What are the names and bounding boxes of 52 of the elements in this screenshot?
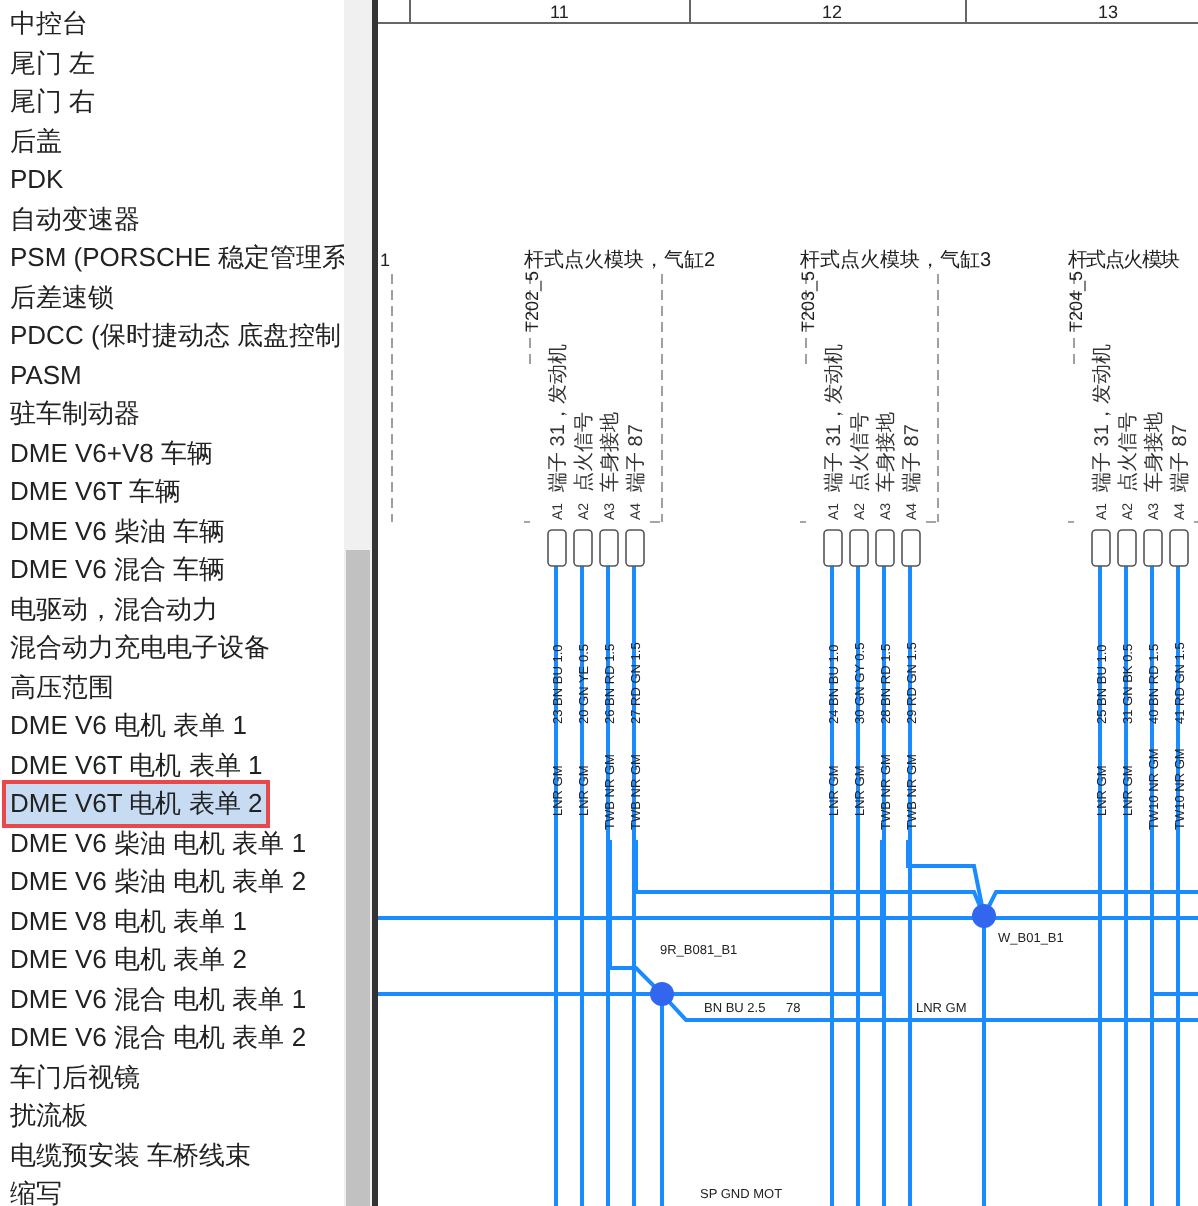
sidebar-item[interactable]: 高压范围	[0, 667, 344, 706]
terminal-label: 端子 31，发动机	[1092, 344, 1114, 492]
sidebar-item[interactable]: DME V6T 车辆	[0, 472, 344, 511]
column-number: 11	[550, 2, 569, 22]
column-number: 13	[1098, 2, 1119, 22]
sidebar-item[interactable]: DME V6 柴油 车辆	[0, 511, 344, 550]
sidebar-item[interactable]: DME V6 电机 表单 2	[0, 940, 344, 979]
column-number: 12	[822, 2, 843, 22]
sidebar-item[interactable]: DME V6 混合 电机 表单 2	[0, 1018, 344, 1057]
terminal-label: 点火信号	[1118, 412, 1140, 492]
terminal-label: 车身接地	[600, 412, 622, 492]
sidebar-item[interactable]: DME V8 电机 表单 1	[0, 901, 344, 940]
sidebar-item[interactable]: DME V6T 电机 表单 2	[6, 784, 267, 823]
sidebar-item[interactable]: 后盖	[0, 121, 344, 160]
terminal-label: 端子 87	[1170, 424, 1192, 492]
sidebar-item[interactable]: 电驱动，混合动力	[0, 589, 344, 628]
sidebar-item[interactable]: 电缆预安装 车桥线束	[0, 1135, 344, 1174]
connector-id: T203_5	[798, 270, 818, 332]
terminal-label: 端子 31，发动机	[548, 344, 570, 492]
connector-id: T202_5	[522, 270, 542, 332]
sidebar-item[interactable]: 中控台	[0, 4, 344, 43]
sidebar-item[interactable]: 扰流板	[0, 1096, 344, 1135]
sidebar-item[interactable]: 后差速锁	[0, 277, 344, 316]
sidebar-item[interactable]: DME V6 柴油 电机 表单 2	[0, 862, 344, 901]
sidebar-item[interactable]: 车门后视镜	[0, 1057, 344, 1096]
terminal-label: 端子 87	[902, 424, 924, 492]
sidebar-item[interactable]: DME V6 混合 电机 表单 1	[0, 979, 344, 1018]
module-title: 1	[380, 250, 391, 270]
sidebar-item[interactable]: 缩写	[0, 1174, 344, 1206]
sidebar-item[interactable]: PDK	[0, 160, 344, 199]
terminal-label: 车身接地	[876, 412, 898, 492]
sidebar-item[interactable]: 混合动力充电电子设备	[0, 628, 344, 667]
sidebar-item[interactable]: DME V6 柴油 电机 表单 1	[0, 823, 344, 862]
sidebar-item[interactable]: DME V6 混合 车辆	[0, 550, 344, 589]
sidebar-item[interactable]: PDCC (保时捷动态 底盘控制	[0, 316, 344, 355]
terminal-label: 车身接地	[1144, 412, 1166, 492]
sidebar-item[interactable]: 自动变速器	[0, 199, 344, 238]
terminal-label: 端子 87	[626, 424, 648, 492]
sidebar-item[interactable]: 尾门 右	[0, 82, 344, 121]
sidebar-item[interactable]: DME V6 电机 表单 1	[0, 706, 344, 745]
sidebar-item[interactable]: DME V6T 电机 表单 1	[0, 745, 344, 784]
terminal-label: 点火信号	[850, 412, 872, 492]
sidebar-item[interactable]: 驻车制动器	[0, 394, 344, 433]
sidebar-item[interactable]: PASM	[0, 355, 344, 394]
sidebar-item[interactable]: 尾门 左	[0, 43, 344, 82]
terminal-label: 端子 31，发动机	[824, 344, 846, 492]
sidebar-item[interactable]: DME V6+V8 车辆	[0, 433, 344, 472]
module-title: 杆式点火模块	[1068, 250, 1180, 272]
terminal-label: 点火信号	[574, 412, 596, 492]
module-title: 杆式点火模块，气缸3	[800, 250, 992, 272]
module-title: 杆式点火模块，气缸2	[524, 250, 716, 272]
connector-id: T204_5	[1066, 270, 1086, 332]
